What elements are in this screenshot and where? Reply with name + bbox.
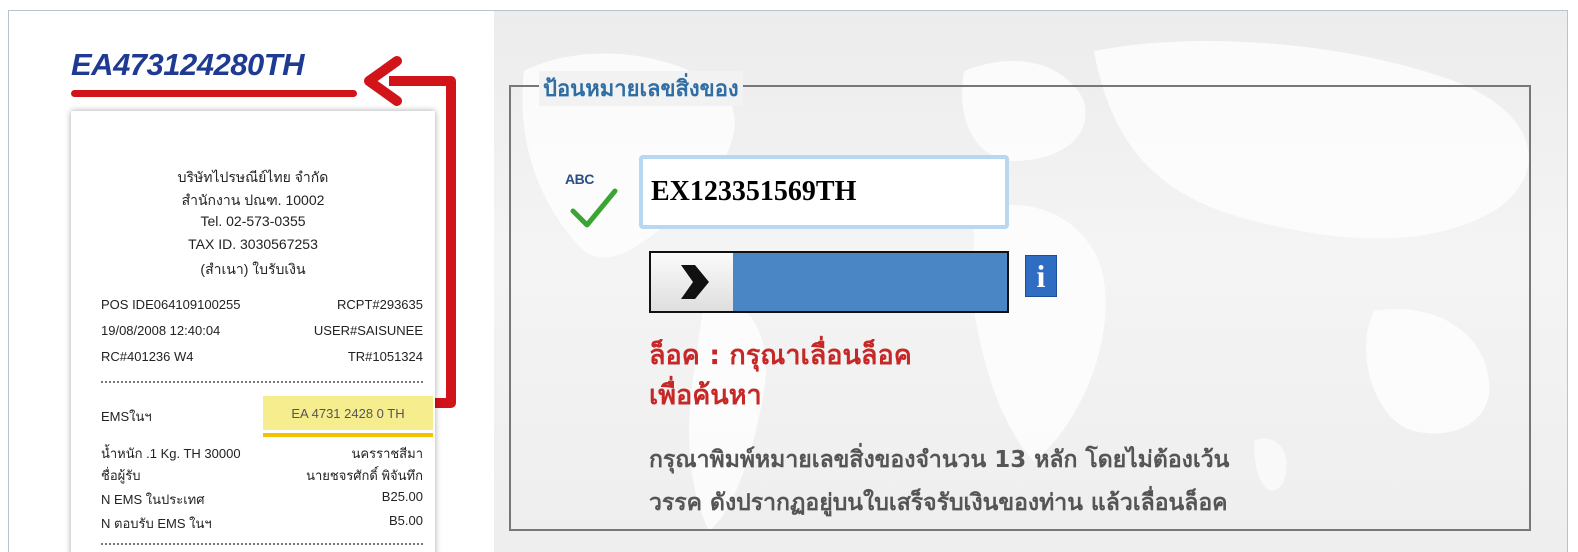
- receipt-row-right: RCPT#293635: [337, 297, 423, 312]
- receipt-tracking-highlight: EA 4731 2428 0 TH: [263, 396, 433, 430]
- help-line: กรุณาพิมพ์หมายเลขสิ่งของจำนวน 13 หลัก โด…: [649, 447, 1230, 473]
- checkmark-icon: [570, 188, 618, 228]
- receipt-header-line: บริษัทไปรษณีย์ไทย จำกัด: [177, 169, 329, 185]
- receipt-divider: [101, 381, 423, 383]
- highlight-underline: [263, 433, 433, 437]
- tracking-number-input[interactable]: [639, 155, 1009, 229]
- help-line: วรรค ดังปรากฏอยู่บนใบเสร็จรับเงินของท่าน…: [649, 490, 1228, 516]
- receipt-row: POS IDE064109100255 RCPT#293635: [101, 297, 423, 312]
- receipt-service-label: EMSในฯ: [101, 409, 152, 424]
- receipt-header-line: สำนักงาน ปณฑ. 10002: [181, 192, 325, 208]
- receipt-row-right: USER#SAISUNEE: [313, 323, 423, 338]
- receipt-row: ชื่อผู้รับ นายชจรศักดิ์ พิจันทึก: [101, 465, 423, 486]
- unlock-slider[interactable]: [649, 251, 1009, 313]
- receipt-row: RC#401236 W4 TR#1051324: [101, 349, 423, 364]
- help-instructions: กรุณาพิมพ์หมายเลขสิ่งของจำนวน 13 หลัก โด…: [649, 439, 1519, 525]
- receipt-row: น้ำหนัก .1 Kg. TH 30000 นครราชสีมา: [101, 443, 423, 464]
- page-frame: EA473124280TH บริษัทไปรษณีย์ไทย จำกัด สำ…: [8, 10, 1568, 552]
- receipt-row-right: B25.00: [381, 489, 423, 504]
- heading-underline: [71, 90, 357, 97]
- receipt-row-left: น้ำหนัก .1 Kg. TH 30000: [101, 446, 241, 461]
- receipt-sample-image: บริษัทไปรษณีย์ไทย จำกัด สำนักงาน ปณฑ. 10…: [71, 111, 435, 552]
- receipt-header-line: (สำเนา) ใบรับเงิน: [200, 261, 306, 277]
- receipt-row: N ตอบรับ EMS ในฯ B5.00: [101, 513, 423, 534]
- receipt-row-left: RC#401236 W4: [101, 349, 194, 364]
- info-icon[interactable]: i: [1025, 255, 1057, 297]
- receipt-row: 19/08/2008 12:40:04 USER#SAISUNEE: [101, 323, 423, 338]
- receipt-row-right: B5.00: [389, 513, 423, 528]
- receipt-row-right: TR#1051324: [347, 349, 423, 364]
- receipt-header-line: Tel. 02-573-0355: [200, 213, 306, 229]
- lock-status-message: ล็อค : กรุณาเลื่อนล็อค เพื่อค้นหา: [649, 336, 1009, 416]
- abc-check-icon: ABC: [565, 171, 621, 231]
- receipt-row-right: นายชจรศักดิ์ พิจันทึก: [306, 468, 423, 483]
- lock-message-line: เพื่อค้นหา: [649, 380, 762, 411]
- receipt-header-line: TAX ID. 3030567253: [188, 236, 318, 252]
- slider-handle[interactable]: [651, 253, 733, 311]
- receipt-row-left: N ตอบรับ EMS ในฯ: [101, 516, 212, 531]
- receipt-divider: [101, 543, 423, 545]
- receipt-row: N EMS ในประเทศ B25.00: [101, 489, 423, 510]
- receipt-tracking-heading: EA473124280TH: [71, 47, 305, 82]
- slider-arrow-icon: [681, 265, 709, 299]
- receipt-row-left: 19/08/2008 12:40:04: [101, 323, 221, 338]
- receipt-row-right: นครราชสีมา: [351, 446, 423, 461]
- receipt-row-left: ชื่อผู้รับ: [101, 468, 141, 483]
- receipt-row-left: POS IDE064109100255: [101, 297, 241, 312]
- receipt-row-left: N EMS ในประเทศ: [101, 492, 205, 507]
- form-legend: ป้อนหมายเลขสิ่งของ: [539, 71, 743, 106]
- lock-message-line: ล็อค : กรุณาเลื่อนล็อค: [649, 340, 912, 371]
